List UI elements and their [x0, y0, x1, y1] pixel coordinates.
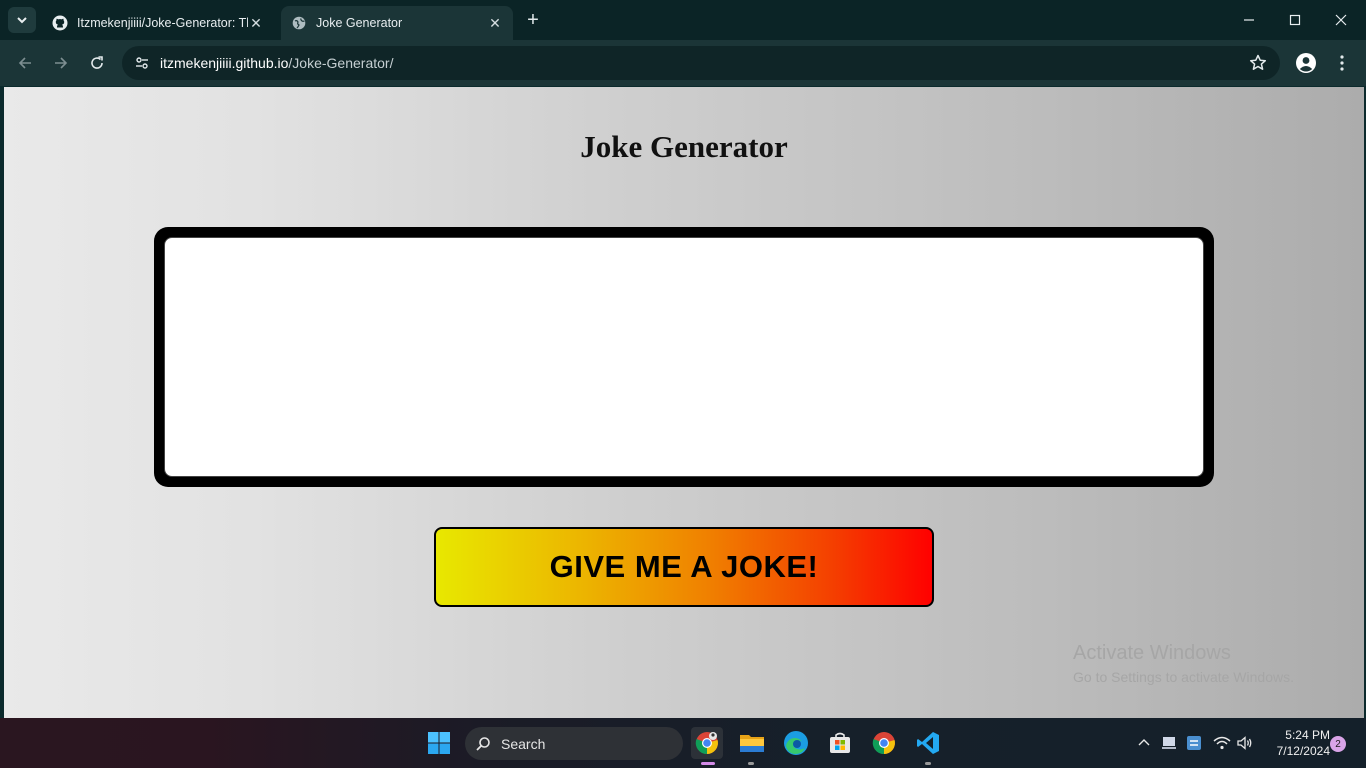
activate-windows-watermark: Activate Windows Go to Settings to activ… — [1073, 642, 1294, 685]
microsoft-store-icon[interactable] — [824, 727, 856, 759]
close-tab-icon[interactable]: ✕ — [487, 15, 503, 31]
chevron-up-icon — [1138, 739, 1150, 746]
bookmark-star-icon[interactable] — [1248, 53, 1268, 73]
tab-joke-generator[interactable]: Joke Generator ✕ — [281, 6, 513, 40]
maximize-button[interactable] — [1272, 0, 1318, 40]
address-bar[interactable]: itzmekenjiiii.github.io/Joke-Generator/ — [122, 46, 1280, 80]
windows-start-icon[interactable] — [423, 727, 455, 759]
search-icon — [476, 736, 490, 751]
tab-title: Itzmekenjiiii/Joke-Generator: Th — [77, 16, 248, 30]
taskbar-clock[interactable]: 5:24 PM 7/12/2024 — [1262, 727, 1330, 759]
arrow-right-icon — [55, 57, 68, 69]
taskbar-search-box[interactable]: Search — [465, 727, 683, 760]
close-tab-icon[interactable]: ✕ — [248, 15, 264, 31]
close-icon — [1335, 14, 1347, 26]
volume-icon[interactable] — [1237, 718, 1253, 768]
tray-network-app-icon[interactable] — [1186, 718, 1202, 768]
joke-text — [165, 238, 1203, 278]
page-viewport: Joke Generator GIVE ME A JOKE! Activate … — [4, 87, 1364, 718]
close-window-button[interactable] — [1318, 0, 1364, 40]
running-app-indicator — [748, 762, 754, 765]
joke-display-box — [154, 227, 1214, 487]
new-tab-button[interactable]: + — [522, 9, 544, 31]
search-label: Search — [501, 735, 546, 752]
url-host: itzmekenjiiii.github.io — [160, 55, 289, 71]
chrome-icon[interactable] — [868, 727, 900, 759]
profile-avatar-icon[interactable] — [1293, 50, 1319, 76]
site-info-icon[interactable] — [124, 55, 160, 71]
tab-title: Joke Generator — [316, 16, 403, 30]
file-explorer-icon[interactable] — [736, 727, 768, 759]
browser-tab-strip: Itzmekenjiiii/Joke-Generator: Th ✕ Joke … — [0, 0, 1366, 40]
minimize-button[interactable] — [1226, 0, 1272, 40]
joke-display-area — [164, 237, 1204, 477]
notification-badge[interactable]: 2 — [1330, 736, 1346, 752]
url-text[interactable]: itzmekenjiiii.github.io/Joke-Generator/ — [160, 55, 393, 71]
edge-icon[interactable] — [780, 727, 812, 759]
watermark-subtitle: Go to Settings to activate Windows. — [1073, 669, 1294, 685]
joke-button-label: GIVE ME A JOKE! — [549, 549, 819, 584]
windows-taskbar: Search 5:24 PM 7/12/2024 2 — [0, 718, 1366, 768]
clock-date: 7/12/2024 — [1276, 744, 1330, 758]
browser-toolbar: itzmekenjiiii.github.io/Joke-Generator/ — [0, 40, 1366, 86]
vscode-icon[interactable] — [912, 727, 944, 759]
wifi-icon[interactable] — [1213, 718, 1231, 768]
running-app-indicator — [925, 762, 931, 765]
chrome-profile-icon[interactable] — [691, 727, 723, 759]
url-path: /Joke-Generator/ — [288, 55, 394, 71]
reload-button[interactable] — [82, 48, 112, 78]
page-title: Joke Generator — [580, 129, 788, 164]
forward-button[interactable] — [46, 48, 76, 78]
chevron-down-icon — [17, 17, 27, 24]
give-me-a-joke-button[interactable]: GIVE ME A JOKE! — [434, 527, 934, 607]
globe-icon — [291, 15, 307, 31]
maximize-icon — [1289, 14, 1301, 26]
more-vertical-icon — [1340, 55, 1344, 71]
show-hidden-icons-button[interactable] — [1138, 718, 1150, 768]
reload-icon — [91, 56, 103, 69]
tab-search-button[interactable] — [8, 7, 36, 33]
tray-device-icon[interactable] — [1161, 718, 1177, 768]
watermark-title: Activate Windows — [1073, 642, 1231, 664]
clock-time: 5:24 PM — [1285, 728, 1330, 742]
tab-github-repo[interactable]: Itzmekenjiiii/Joke-Generator: Th ✕ — [42, 6, 274, 40]
active-app-indicator — [701, 762, 715, 765]
arrow-left-icon — [18, 57, 31, 69]
minimize-icon — [1244, 19, 1254, 21]
github-icon — [52, 15, 68, 31]
back-button[interactable] — [10, 48, 40, 78]
browser-menu-button[interactable] — [1332, 50, 1352, 76]
